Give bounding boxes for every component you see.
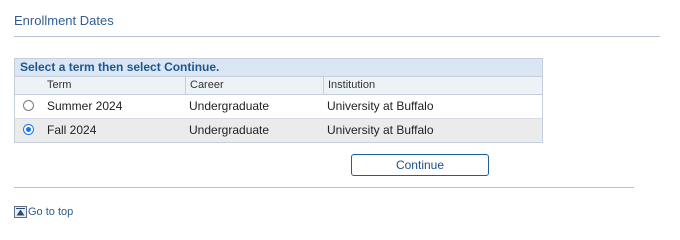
term-selection-grid: Select a term then select Continue. Term… xyxy=(14,58,543,143)
career-cell: Undergraduate xyxy=(189,99,270,113)
continue-button[interactable]: Continue xyxy=(351,154,489,176)
term-radio-fall-2024[interactable] xyxy=(23,124,34,135)
term-cell: Summer 2024 xyxy=(47,99,123,113)
title-divider xyxy=(14,36,660,37)
page-title: Enrollment Dates xyxy=(14,13,114,28)
institution-cell: University at Buffalo xyxy=(327,99,434,113)
grid-header-row: Term Career Institution xyxy=(15,77,542,95)
header-select-column xyxy=(15,77,43,94)
table-row[interactable]: Summer 2024 Undergraduate University at … xyxy=(15,95,542,119)
header-career: Career xyxy=(185,77,323,94)
term-radio-summer-2024[interactable] xyxy=(23,100,34,111)
term-cell: Fall 2024 xyxy=(47,123,97,137)
bottom-divider xyxy=(14,187,634,188)
go-to-top-label: Go to top xyxy=(28,206,74,218)
header-term: Term xyxy=(47,79,72,91)
career-cell: Undergraduate xyxy=(189,123,270,137)
go-to-top-link[interactable]: Go to top xyxy=(14,205,73,219)
grid-caption: Select a term then select Continue. xyxy=(15,59,542,77)
institution-cell: University at Buffalo xyxy=(327,123,434,137)
go-to-top-icon xyxy=(14,206,27,218)
table-row[interactable]: Fall 2024 Undergraduate University at Bu… xyxy=(15,119,542,142)
header-institution: Institution xyxy=(323,77,542,94)
